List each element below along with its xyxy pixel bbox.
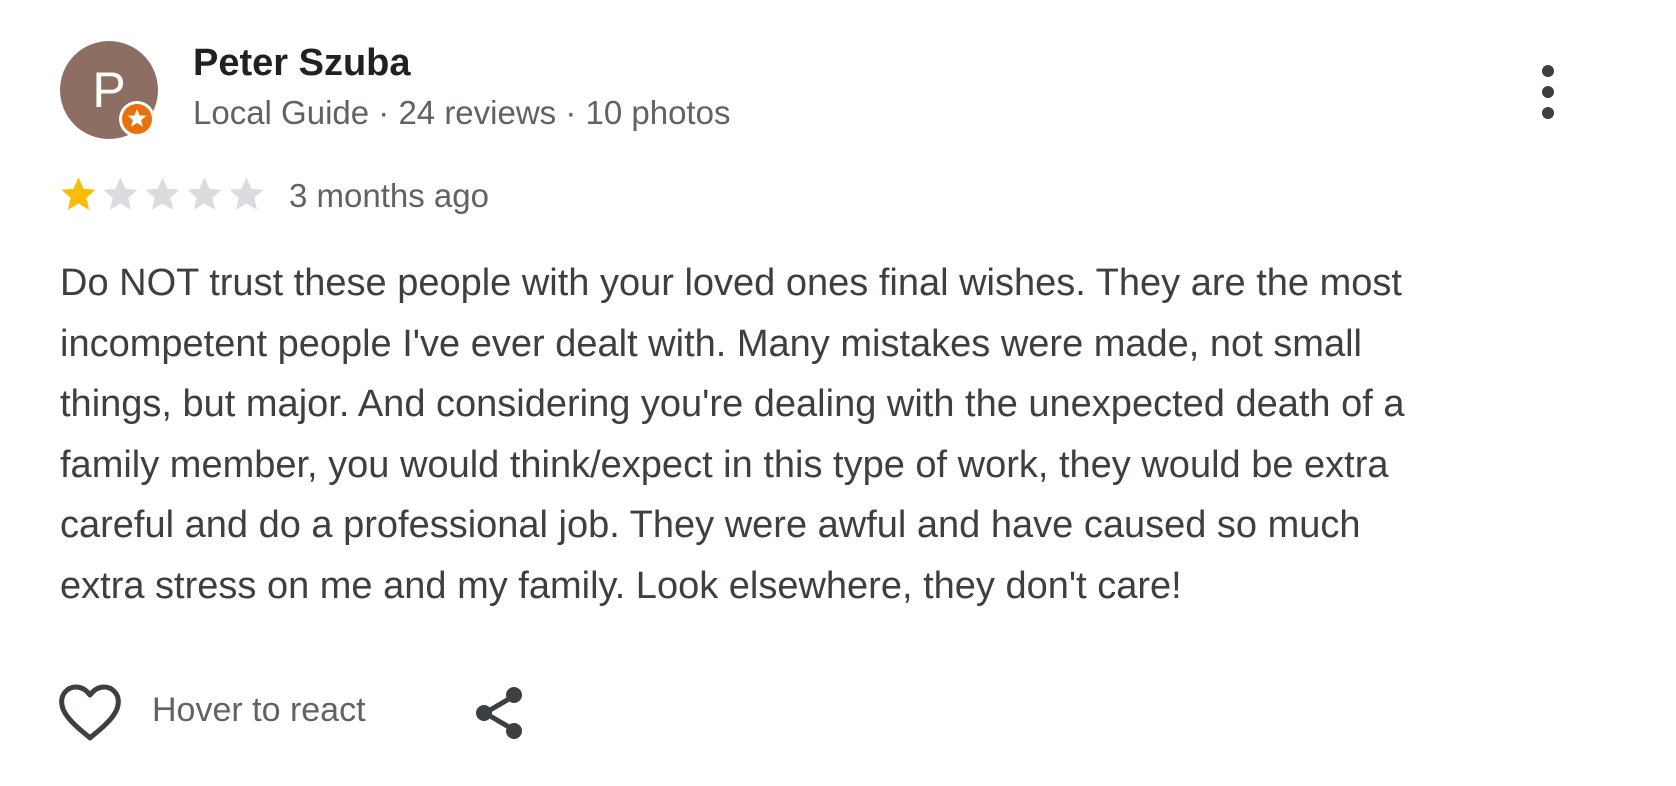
- local-guide-badge-icon: [119, 101, 155, 137]
- star-filled-icon: [61, 177, 96, 210]
- star-empty-icon: [187, 177, 222, 210]
- review-text-line: family member, you would think/expect in…: [60, 443, 1389, 486]
- reviewer-meta[interactable]: Local Guide · 24 reviews · 10 photos: [193, 94, 730, 132]
- review-text: Do NOT trust these people with your love…: [60, 253, 1580, 616]
- review-card: P Peter Szuba Local Guide · 24 reviews ·…: [0, 0, 1676, 786]
- review-text-line: Do NOT trust these people with your love…: [60, 262, 1402, 304]
- review-text-line: incompetent people I've ever dealt with.…: [60, 322, 1362, 365]
- review-text-line: careful and do a professional job. They …: [60, 504, 1361, 546]
- review-text-line: things, but major. And considering you'r…: [60, 383, 1405, 425]
- reviewer-name[interactable]: Peter Szuba: [193, 42, 411, 85]
- react-label[interactable]: Hover to react: [152, 691, 366, 730]
- review-time: 3 months ago: [289, 177, 489, 214]
- star-empty-icon: [229, 177, 264, 210]
- star-rating: [58, 174, 267, 216]
- star-empty-icon: [145, 177, 180, 210]
- heart-outline-icon[interactable]: [58, 683, 122, 743]
- more-options-icon[interactable]: [1530, 60, 1566, 124]
- share-icon[interactable]: [472, 684, 528, 742]
- review-text-line: extra stress on me and my family. Look e…: [60, 564, 1182, 607]
- star-empty-icon: [103, 177, 138, 210]
